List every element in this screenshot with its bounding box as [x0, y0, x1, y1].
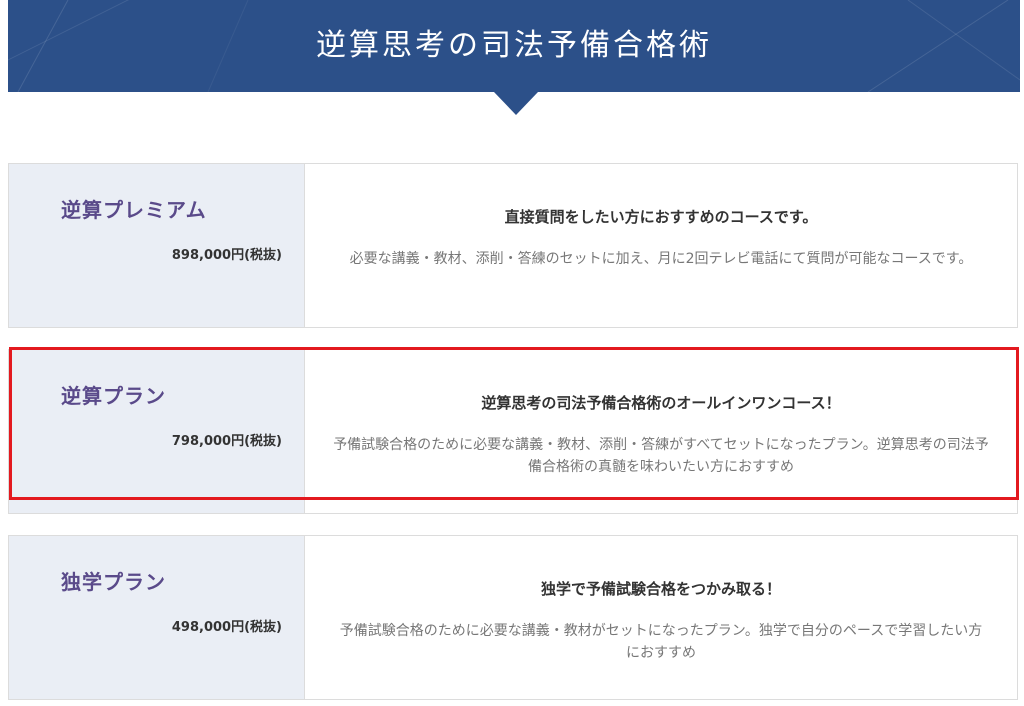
plan-description: 必要な講義・教材、添削・答練のセットに加え、月に2回テレビ電話にて質問が可能なコ…	[349, 251, 973, 267]
plan-price: 898,000円(税抜)	[171, 248, 282, 263]
plan-summary: 逆算プラン 798,000円(税抜)	[9, 350, 305, 513]
plan-card-premium: 逆算プレミアム 898,000円(税抜) 直接質問をしたい方におすすめのコースで…	[8, 163, 1018, 328]
plan-heading: 逆算思考の司法予備合格術のオールインワンコース！	[481, 394, 841, 412]
plan-heading: 独学で予備試験合格をつかみ取る！	[540, 580, 781, 598]
header-banner: 逆算思考の司法予備合格術	[8, 0, 1020, 92]
plan-details: 直接質問をしたい方におすすめのコースです。 必要な講義・教材、添削・答練のセット…	[305, 164, 1017, 327]
plan-heading: 直接質問をしたい方におすすめのコースです。	[504, 208, 818, 226]
plan-price: 498,000円(税抜)	[171, 620, 282, 635]
page-title: 逆算思考の司法予備合格術	[316, 28, 712, 63]
plan-price: 798,000円(税抜)	[171, 434, 282, 449]
plan-card-self-study: 独学プラン 498,000円(税抜) 独学で予備試験合格をつかみ取る！ 予備試験…	[8, 535, 1018, 700]
plan-name: 逆算プレミアム	[61, 198, 207, 222]
plan-details: 独学で予備試験合格をつかみ取る！ 予備試験合格のために必要な講義・教材がセットに…	[305, 536, 1017, 699]
plan-summary: 逆算プレミアム 898,000円(税抜)	[9, 164, 305, 327]
page: 逆算思考の司法予備合格術 逆算プレミアム 898,000円(税抜) 直接質問をし…	[0, 0, 1024, 706]
plan-description: 予備試験合格のために必要な講義・教材がセットになったプラン。独学で自分のペースで…	[339, 623, 983, 661]
plan-description: 予備試験合格のために必要な講義・教材、添削・答練がすべてセットになったプラン。逆…	[333, 437, 989, 475]
plan-summary: 独学プラン 498,000円(税抜)	[9, 536, 305, 699]
plan-name: 逆算プラン	[61, 384, 166, 408]
plan-name: 独学プラン	[61, 570, 166, 594]
plan-card-standard: 逆算プラン 798,000円(税抜) 逆算思考の司法予備合格術のオールインワンコ…	[8, 349, 1018, 514]
plan-details: 逆算思考の司法予備合格術のオールインワンコース！ 予備試験合格のために必要な講義…	[305, 350, 1017, 513]
banner-pointer	[494, 92, 538, 115]
